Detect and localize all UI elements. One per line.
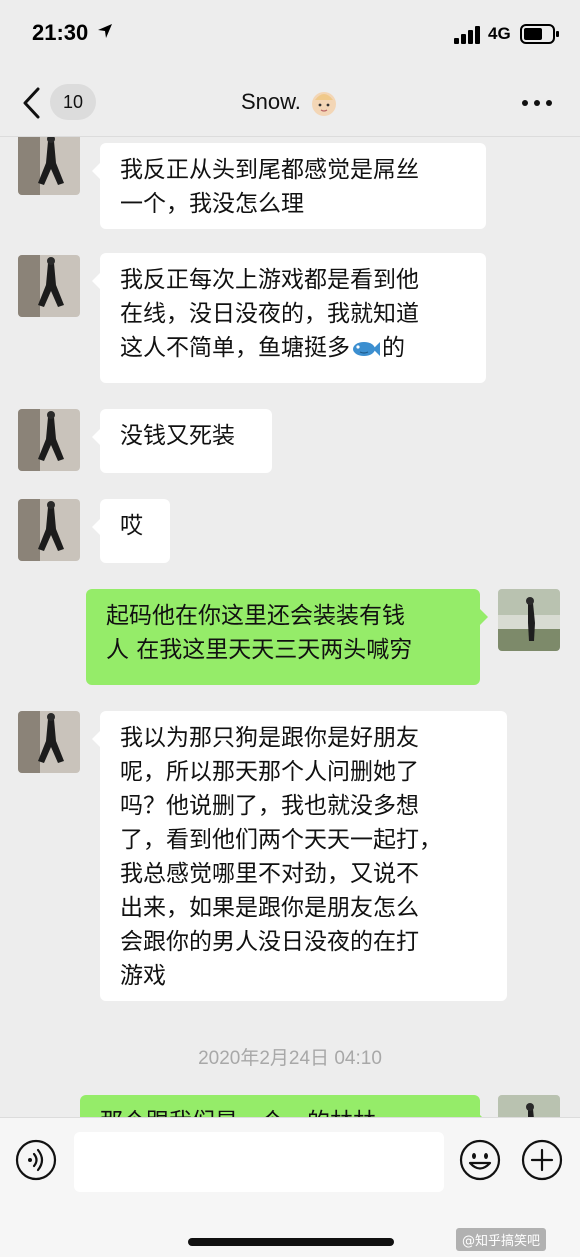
emoji-icon[interactable] — [458, 1138, 502, 1182]
message-line: 一个，我没怎么理 — [120, 191, 304, 217]
message-line: 呢，所以那天那个人问删她了 — [120, 759, 419, 785]
watermark: @知乎搞笑吧 — [456, 1228, 547, 1251]
avatar-photo-icon — [18, 711, 80, 773]
plus-icon[interactable] — [520, 1138, 564, 1182]
contact-avatar[interactable] — [18, 137, 80, 195]
message-line: 起码他在你这里还会装装有钱 — [106, 603, 405, 629]
avatar-photo-icon — [18, 499, 80, 561]
avatar-photo-icon — [498, 1095, 560, 1117]
avatar-photo-icon — [498, 589, 560, 651]
status-bar: 21:30 4G — [0, 0, 580, 70]
message-line: 吗？他说删了，我也就没多想 — [120, 793, 419, 819]
contact-avatar[interactable] — [18, 409, 80, 471]
message-bubble-incoming[interactable]: 我以为那只狗是跟你是好朋友 呢，所以那天那个人问删她了 吗？他说删了，我也就没多… — [92, 711, 507, 1001]
message-line: 哎 — [120, 513, 143, 539]
chat-title-text: Snow. — [240, 88, 301, 114]
self-avatar[interactable] — [498, 589, 560, 651]
contact-avatar[interactable] — [18, 499, 80, 561]
message-bubble-incoming[interactable]: 没钱又死装 — [92, 409, 272, 473]
avatar-photo-icon — [18, 255, 80, 317]
message-line-part: 这人不简单，鱼塘挺多 — [120, 335, 350, 361]
message-line: 没钱又死装 — [120, 423, 235, 449]
message-line-part: 的 — [382, 335, 405, 361]
message-line: 我反正每次上游戏都是看到他 — [120, 267, 419, 293]
location-arrow-icon — [98, 24, 112, 38]
message-line: 会跟你的男人没日没夜的在打 — [120, 929, 419, 955]
contact-avatar[interactable] — [18, 711, 80, 773]
status-time: 21:30 — [32, 20, 89, 45]
signal-bars-icon — [454, 26, 480, 44]
self-avatar[interactable] — [498, 1095, 560, 1117]
battery-icon — [520, 24, 559, 44]
message-line: 了，看到他们两个天天一起打， — [120, 827, 442, 853]
message-bubble-incoming[interactable]: 我反正从头到尾都感觉是屌丝 一个，我没怎么理 — [92, 143, 486, 229]
avatar-photo-icon — [18, 409, 80, 471]
message-line: 这人不简单，鱼塘挺多 的 — [120, 331, 466, 365]
chat-title: Snow. — [0, 88, 580, 118]
message-bubble-incoming[interactable]: 我反正每次上游戏都是看到他 在线，没日没夜的，我就知道 这人不简单，鱼塘挺多 的 — [92, 253, 486, 383]
chat-header: 10 Snow. — [0, 70, 580, 137]
contact-avatar[interactable] — [18, 255, 80, 317]
message-line: 我以为那只狗是跟你是好朋友 — [120, 725, 419, 751]
message-input[interactable] — [74, 1132, 444, 1192]
message-line: 我总感觉哪里不对劲，又说不 — [120, 861, 419, 887]
message-line: 出来，如果是跟你是朋友怎么 — [120, 895, 419, 921]
message-bubble-outgoing[interactable]: 起码他在你这里还会装装有钱 人 在我这里天天三天两头喊穷 — [86, 589, 488, 685]
message-list[interactable]: 我反正从头到尾都感觉是屌丝 一个，我没怎么理 我反正每次上游戏都是看到他 在线，… — [0, 137, 580, 1117]
network-type: 4G — [488, 24, 511, 43]
message-line: 我反正从头到尾都感觉是屌丝 — [120, 157, 419, 183]
fish-emoji-icon — [353, 341, 380, 356]
message-line: 游戏 — [120, 963, 166, 989]
message-line: 那个跟我们是一个…的林林 — [100, 1105, 460, 1117]
baby-emoji-icon — [312, 92, 337, 116]
home-indicator — [188, 1238, 394, 1246]
message-line: 在线，没日没夜的，我就知道 — [120, 301, 419, 327]
more-dots-icon[interactable] — [520, 98, 554, 108]
message-bubble-incoming[interactable]: 哎 — [92, 499, 170, 563]
avatar-photo-icon — [18, 137, 80, 195]
message-line: 人 在我这里天天三天两头喊穷 — [106, 637, 413, 663]
message-bubble-outgoing[interactable]: 那个跟我们是一个…的林林 — [80, 1095, 488, 1117]
voice-icon[interactable] — [14, 1138, 58, 1182]
input-bar: @知乎搞笑吧 — [0, 1117, 580, 1257]
message-timestamp: 2020年2月24日 04:10 — [198, 1048, 382, 1069]
